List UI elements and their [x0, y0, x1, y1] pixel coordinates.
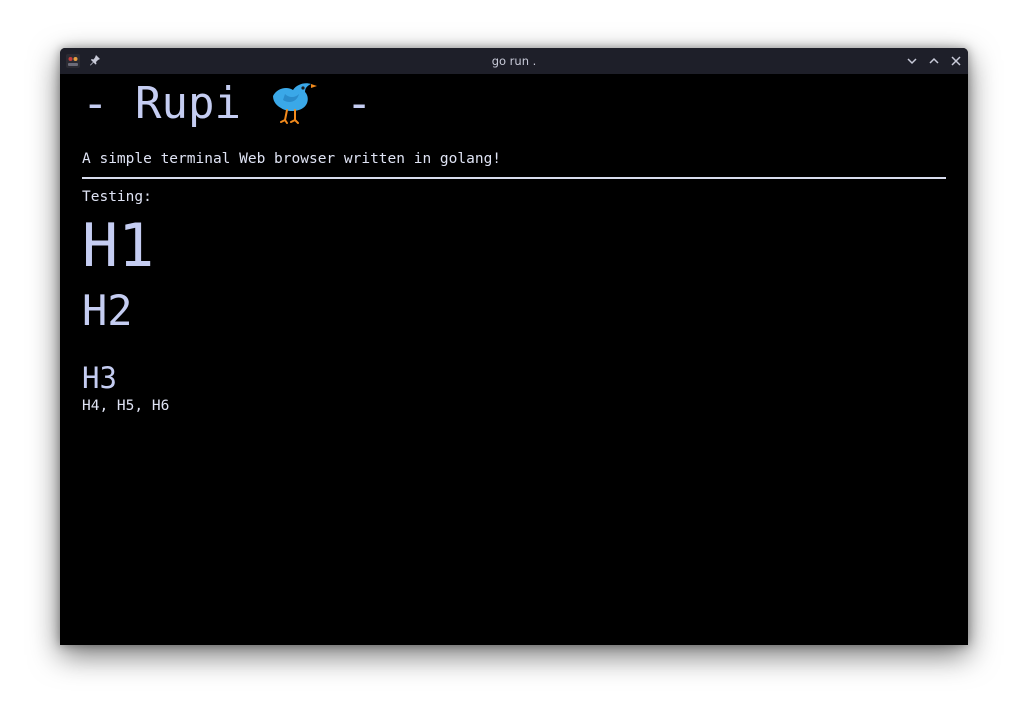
- terminal-content[interactable]: - Rupi - A simple terminal Web browser w…: [82, 74, 946, 645]
- horizontal-rule: [82, 177, 946, 179]
- chevron-up-icon[interactable]: [927, 54, 941, 68]
- heading-h3: H3: [82, 361, 117, 395]
- banner-right-text: -: [319, 78, 373, 129]
- bird-icon: [273, 83, 318, 124]
- testing-label: Testing:: [82, 189, 152, 205]
- banner-left-text: - Rupi: [82, 78, 268, 129]
- page-banner: - Rupi -: [82, 78, 372, 130]
- heading-h1: H1: [82, 211, 155, 281]
- close-icon[interactable]: [949, 54, 963, 68]
- heading-h2: H2: [82, 286, 133, 335]
- window-title: go run .: [491, 54, 537, 68]
- page-subtitle: A simple terminal Web browser written in…: [82, 151, 502, 167]
- title-bar[interactable]: go run .: [60, 48, 968, 74]
- terminal-window: go run . - Rupi - A simple terminal Web …: [60, 48, 968, 645]
- chevron-down-icon[interactable]: [905, 54, 919, 68]
- heading-h4-h5-h6: H4, H5, H6: [82, 398, 170, 414]
